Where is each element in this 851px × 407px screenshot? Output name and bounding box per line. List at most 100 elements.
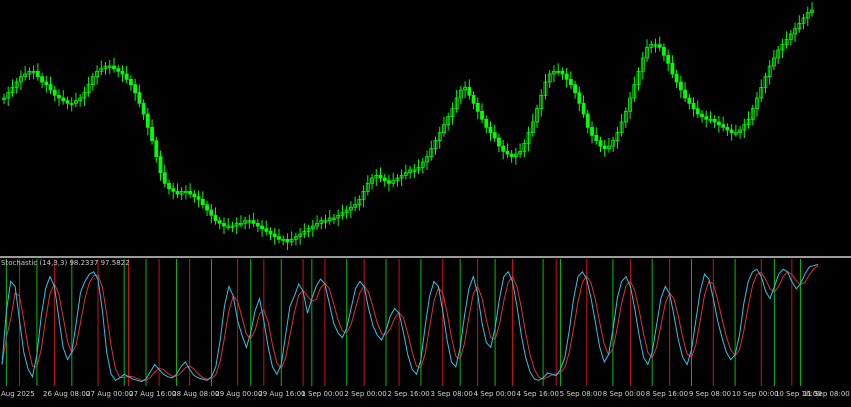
candle-body	[61, 97, 66, 102]
candle-body	[382, 177, 387, 182]
candle-body	[666, 54, 671, 64]
candle-body	[387, 180, 391, 184]
chart-window[interactable]: Stochastic (14,3,3) 98.2337 97.5822 Aug …	[0, 0, 851, 403]
time-axis-label: 4 Sep 16:00	[516, 390, 559, 398]
candle-body	[162, 172, 167, 184]
candle-body	[501, 145, 506, 152]
candle-body	[196, 196, 201, 200]
candle-body	[488, 126, 493, 134]
candle-body	[573, 84, 577, 94]
stochastic-name: Stochastic	[1, 259, 38, 267]
candle-body	[729, 129, 734, 134]
candle-body	[158, 156, 163, 174]
candle-body	[678, 81, 683, 91]
candle-body	[285, 238, 290, 243]
candle-body	[52, 89, 57, 96]
candle-body	[124, 73, 129, 80]
candle-body	[674, 73, 679, 83]
candle-body	[277, 236, 281, 240]
candle-body	[268, 230, 273, 235]
candle-body	[687, 97, 692, 104]
candle-body	[150, 126, 154, 142]
candle-body	[467, 86, 472, 96]
candle-body	[577, 92, 582, 104]
candle-body	[120, 70, 125, 75]
candle-body	[560, 70, 565, 75]
candle-body	[480, 110, 484, 120]
candle-body	[484, 118, 489, 128]
time-axis-label: 2 Sep 00:00	[344, 390, 387, 398]
candle-body	[213, 214, 218, 222]
candle-body	[116, 68, 121, 72]
candle-body	[272, 233, 277, 238]
candle-body	[725, 126, 730, 131]
stochastic-params: (14,3,3)	[39, 259, 68, 267]
time-axis-label: 29 Aug 16:00	[258, 390, 306, 398]
time-axis-label: 4 Sep 00:00	[473, 390, 516, 398]
stochastic-cross-markers	[5, 259, 802, 386]
candle-body	[48, 84, 53, 91]
candle-body	[200, 198, 205, 206]
candle-body	[171, 188, 176, 192]
candle-body	[57, 94, 61, 99]
candle-body	[704, 116, 709, 120]
candle-body	[657, 44, 662, 48]
candle-body	[192, 193, 197, 198]
time-axis-label: 5 Sep 08:00	[559, 390, 602, 398]
candle-body	[378, 174, 383, 179]
candle-body	[492, 132, 497, 139]
candle-body	[133, 84, 138, 94]
candle-body	[721, 124, 726, 128]
candle-body	[112, 65, 116, 70]
candle-body	[564, 73, 569, 80]
stochastic-label: Stochastic (14,3,3) 98.2337 97.5822	[1, 259, 130, 267]
candle-body	[568, 78, 573, 86]
time-axis-label: 27 Aug 16:00	[129, 390, 177, 398]
candle-body	[141, 102, 146, 115]
candle-body	[65, 100, 70, 104]
price-candles	[2, 2, 814, 250]
candle-body	[670, 62, 675, 75]
candle-body	[598, 140, 603, 147]
time-axis-label: Aug 2025	[1, 390, 35, 398]
candle-body	[188, 190, 193, 195]
candle-body	[129, 78, 133, 86]
candle-body	[264, 228, 269, 232]
candle-body	[505, 150, 510, 155]
candle-body	[35, 70, 40, 78]
candle-body	[222, 222, 226, 227]
candle-body	[602, 145, 607, 150]
candle-body	[691, 102, 696, 110]
candle-body	[205, 204, 209, 211]
candle-body	[700, 113, 704, 118]
time-axis-label: 28 Aug 08:00	[172, 390, 220, 398]
candle-body	[251, 220, 256, 224]
time-axis-label: 1 Sep 00:00	[301, 390, 344, 398]
candle-body	[717, 121, 721, 126]
time-axis-label: 11 Sep 08:00	[803, 390, 850, 398]
candle-body	[44, 81, 49, 86]
candle-body	[154, 140, 159, 158]
price-chart-svg[interactable]	[0, 0, 851, 403]
candle-body	[712, 118, 717, 123]
time-axis-label: 26 Aug 08:00	[43, 390, 91, 398]
candle-body	[509, 153, 514, 158]
candle-body	[255, 222, 260, 227]
time-axis-label: 29 Aug 00:00	[215, 390, 263, 398]
candle-body	[585, 113, 590, 128]
candle-body	[145, 113, 150, 128]
candle-body	[590, 126, 594, 136]
candle-body	[581, 102, 586, 115]
time-axis-label: 8 Sep 00:00	[602, 390, 646, 398]
candle-body	[167, 182, 171, 190]
time-axis-label: 27 Aug 00:00	[86, 390, 134, 398]
candle-body	[137, 92, 142, 104]
time-axis-label: 10 Sep 00:00	[731, 390, 779, 398]
candle-body	[662, 46, 666, 56]
candle-body	[475, 102, 480, 112]
candle-body	[209, 209, 214, 216]
candle-body	[471, 94, 476, 104]
candle-body	[497, 137, 501, 147]
candle-body	[175, 190, 180, 195]
time-axis-label: 3 Sep 08:00	[430, 390, 473, 398]
